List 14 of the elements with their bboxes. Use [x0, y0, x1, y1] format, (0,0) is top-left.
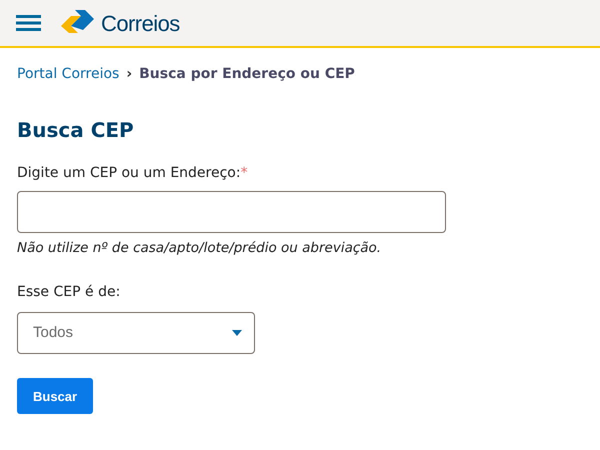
logo-icon	[61, 10, 97, 36]
page-title: Busca CEP	[17, 117, 135, 144]
breadcrumb-link[interactable]: Portal Correios	[17, 64, 120, 85]
breadcrumb-separator: ›	[126, 65, 132, 84]
caret-icon	[232, 330, 242, 336]
select-label: Esse CEP é de:	[17, 283, 122, 302]
type-select[interactable]: Todos	[17, 312, 255, 354]
menu-icon[interactable]	[16, 15, 41, 31]
field-label: Digite um CEP ou um Endereço:*	[17, 165, 248, 181]
search-button[interactable]: Buscar	[17, 378, 94, 414]
hint-text: Não utilize nº de casa/apto/lote/prédio ou abreviação.	[17, 239, 382, 258]
breadcrumb-current: Busca por Endereço ou CEP	[139, 65, 355, 84]
address-input[interactable]	[17, 191, 446, 233]
logo-text: Correios	[101, 10, 180, 38]
